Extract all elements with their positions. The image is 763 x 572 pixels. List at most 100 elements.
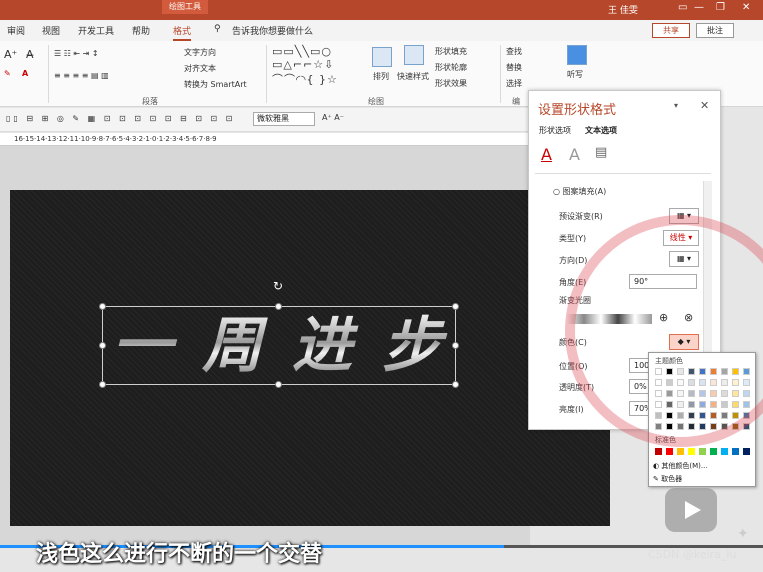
color-swatch[interactable] [677, 401, 684, 408]
color-swatch[interactable] [710, 423, 717, 430]
color-swatch[interactable] [743, 412, 750, 419]
resize-handle[interactable] [275, 381, 282, 388]
resize-handle[interactable] [99, 342, 106, 349]
color-swatch[interactable] [688, 390, 695, 397]
color-swatch[interactable] [655, 412, 662, 419]
color-swatch[interactable] [655, 423, 662, 430]
tab-developer[interactable]: 开发工具 [78, 24, 114, 37]
color-swatch[interactable] [677, 448, 684, 455]
color-swatch[interactable] [677, 412, 684, 419]
color-swatch[interactable] [677, 423, 684, 430]
text-direction-button[interactable]: 文字方向 [184, 47, 216, 58]
shape-outline-button[interactable]: 形状轮廓 [435, 62, 467, 73]
share-button[interactable]: 共享 [652, 23, 690, 38]
color-swatch[interactable] [721, 412, 728, 419]
pattern-fill-radio[interactable]: ○ 图案填充(A) [553, 186, 606, 197]
rotate-handle-icon[interactable]: ↻ [273, 279, 283, 293]
color-swatch[interactable] [732, 390, 739, 397]
more-colors-item[interactable]: ◐ 其他颜色(M)... [653, 461, 708, 471]
tab-view[interactable]: 视图 [42, 24, 60, 37]
color-swatch[interactable] [732, 412, 739, 419]
color-swatch[interactable] [677, 390, 684, 397]
font-size-grow-icon[interactable]: A⁺ [4, 48, 17, 61]
tab-help[interactable]: 帮助 [132, 24, 150, 37]
color-swatch[interactable] [666, 401, 673, 408]
color-swatch[interactable] [743, 423, 750, 430]
tab-text-options[interactable]: 文本选项 [585, 125, 617, 136]
comment-button[interactable]: 批注 [696, 23, 734, 38]
resize-handle[interactable] [452, 381, 459, 388]
resize-handle[interactable] [99, 303, 106, 310]
shape-effects-button[interactable]: 形状效果 [435, 78, 467, 89]
color-swatch[interactable] [699, 448, 706, 455]
color-swatch[interactable] [699, 423, 706, 430]
font-select[interactable]: 微软雅黑 [253, 112, 315, 126]
brightness-spinner[interactable]: 70% [629, 401, 652, 416]
pane-options-icon[interactable]: ▾ [674, 101, 678, 110]
arrange-icon[interactable] [372, 47, 392, 67]
bullets-icon[interactable]: ☰ ☷ ⇤ ⇥ ↕ [54, 49, 99, 58]
color-swatch[interactable] [699, 401, 706, 408]
font-color-icon[interactable]: A [22, 69, 28, 78]
color-swatch[interactable] [721, 368, 728, 375]
color-swatch[interactable] [710, 379, 717, 386]
slide-title-text[interactable]: 一周进步 [112, 311, 472, 381]
tab-shape-options[interactable]: 形状选项 [539, 125, 571, 136]
color-swatch[interactable] [655, 368, 662, 375]
tab-format[interactable]: 格式 [173, 24, 192, 41]
color-swatch[interactable] [688, 401, 695, 408]
color-swatch[interactable] [743, 390, 750, 397]
minimize-icon[interactable]: — [694, 2, 704, 13]
color-swatch[interactable] [732, 368, 739, 375]
color-swatch[interactable] [699, 368, 706, 375]
color-swatch[interactable] [655, 448, 662, 455]
color-swatch[interactable] [688, 448, 695, 455]
restore-icon[interactable]: ❐ [716, 2, 725, 13]
clear-format-icon[interactable]: A̶ [26, 48, 34, 61]
ribbon-display-icon[interactable]: ▭ [678, 2, 687, 13]
direction-dropdown[interactable]: ▦ ▾ [669, 251, 699, 267]
color-swatch[interactable] [655, 390, 662, 397]
color-swatch[interactable] [699, 412, 706, 419]
position-spinner[interactable]: 100% [629, 358, 657, 373]
text-effects-icon[interactable]: A [569, 145, 580, 164]
replace-button[interactable]: 替换 [506, 62, 522, 73]
color-swatch[interactable] [677, 379, 684, 386]
color-swatch[interactable] [688, 379, 695, 386]
resize-handle[interactable] [452, 303, 459, 310]
tell-me-search[interactable]: 告诉我你想要做什么 [232, 24, 313, 37]
preset-gradient-dropdown[interactable]: ▦ ▾ [669, 208, 699, 224]
color-swatch[interactable] [688, 368, 695, 375]
color-swatch[interactable] [710, 448, 717, 455]
color-swatch[interactable] [721, 423, 728, 430]
color-swatch[interactable] [721, 390, 728, 397]
highlight-icon[interactable]: ✎ [4, 69, 11, 78]
play-button[interactable] [665, 488, 717, 532]
color-swatch[interactable] [666, 379, 673, 386]
transparency-spinner[interactable]: 0% [629, 379, 649, 394]
color-swatch[interactable] [732, 423, 739, 430]
gradient-bar[interactable] [567, 314, 652, 324]
color-swatch[interactable] [677, 368, 684, 375]
color-picker-button[interactable]: ◆ ▾ [669, 334, 699, 350]
color-swatch[interactable] [666, 368, 673, 375]
color-swatch[interactable] [721, 448, 728, 455]
text-fill-icon[interactable]: A [541, 145, 552, 164]
color-swatch[interactable] [743, 379, 750, 386]
resize-handle[interactable] [275, 303, 282, 310]
add-stop-icon[interactable]: ⊕ [659, 311, 668, 324]
color-swatch[interactable] [666, 448, 673, 455]
color-swatch[interactable] [710, 401, 717, 408]
color-swatch[interactable] [655, 379, 662, 386]
dictate-button[interactable]: 听写 [567, 69, 583, 80]
eyedropper-item[interactable]: ✎ 取色器 [653, 474, 682, 484]
color-swatch[interactable] [743, 368, 750, 375]
arrange-button[interactable]: 排列 [373, 71, 389, 82]
color-swatch[interactable] [743, 448, 750, 455]
color-swatch[interactable] [732, 448, 739, 455]
find-button[interactable]: 查找 [506, 46, 522, 57]
type-dropdown[interactable]: 线性 ▾ [663, 230, 699, 246]
quick-styles-icon[interactable] [404, 45, 424, 65]
select-button[interactable]: 选择 [506, 78, 522, 89]
shapes-gallery[interactable]: ▭▭╲╲▭○ ▭△⌐⌐☆⇩ ⌒⌒◜◝{ }☆ [272, 45, 338, 87]
